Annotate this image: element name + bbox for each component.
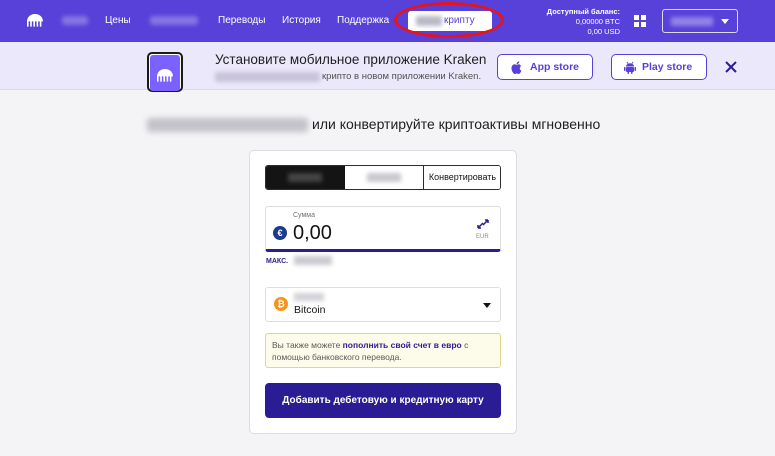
- redacted-text: [215, 72, 320, 82]
- redacted-heading: [147, 118, 308, 132]
- chevron-down-icon: [721, 19, 729, 24]
- app-store-label: App store: [530, 61, 580, 73]
- tab-sell[interactable]: [345, 166, 424, 189]
- bitcoin-icon: ₿: [274, 297, 288, 311]
- asset-name: Bitcoin: [294, 304, 326, 316]
- balance-btc: 0,00000 BTC: [575, 17, 620, 26]
- play-store-label: Play store: [642, 61, 693, 73]
- balance-usd: 0,00 USD: [587, 27, 620, 36]
- deposit-notice: Вы также можете пополнить свой счет в ев…: [265, 333, 501, 368]
- redacted-tab-label: [288, 173, 322, 182]
- amount-label: Сумма: [293, 212, 315, 219]
- currency-code: EUR: [476, 234, 489, 240]
- apps-grid-icon[interactable]: [634, 15, 646, 27]
- close-icon[interactable]: [724, 60, 738, 74]
- redacted-account-name: [671, 17, 713, 26]
- amount-input[interactable]: Сумма € 0,00 EUR: [265, 206, 501, 252]
- redacted-asset-ticker: [294, 293, 324, 301]
- add-card-button[interactable]: Добавить дебетовую и кредитную карту: [265, 383, 501, 418]
- play-store-button[interactable]: Play store: [611, 54, 707, 80]
- nav-link-support[interactable]: Поддержка: [337, 15, 389, 26]
- tab-buy[interactable]: [266, 166, 345, 189]
- balance-title: Доступный баланс:: [546, 7, 620, 16]
- nav-link-history[interactable]: История: [282, 15, 321, 26]
- app-store-button[interactable]: App store: [497, 54, 593, 80]
- available-balance: Доступный баланс: 0,00000 BTC 0,00 USD: [547, 7, 620, 37]
- euro-icon: €: [273, 226, 287, 240]
- account-menu-button[interactable]: [662, 9, 738, 33]
- amount-value[interactable]: 0,00: [293, 222, 332, 245]
- redacted-max-amount: [294, 256, 332, 265]
- app-promo-banner: Установите мобильное приложение Kraken к…: [0, 42, 775, 92]
- top-navigation: Цены Переводы История Поддержка крипту Д…: [0, 0, 775, 42]
- apple-icon: [511, 61, 522, 74]
- redacted-nav-link[interactable]: [62, 16, 88, 25]
- max-label[interactable]: МАКС.: [266, 258, 288, 265]
- notice-prefix: Вы также можете: [272, 340, 343, 350]
- nav-link-prices[interactable]: Цены: [105, 15, 131, 26]
- kraken-logo-small: [157, 69, 173, 82]
- tab-convert[interactable]: Конвертировать: [423, 166, 500, 189]
- banner-title: Установите мобильное приложение Kraken: [215, 52, 487, 67]
- swap-arrows-icon[interactable]: [476, 218, 490, 230]
- asset-select[interactable]: ₿ Bitcoin: [265, 287, 501, 322]
- trade-tabs: Конвертировать: [265, 165, 501, 190]
- deposit-eur-link[interactable]: пополнить свой счет в евро: [343, 340, 462, 350]
- page-heading: или конвертируйте криптоактивы мгновенно: [312, 116, 601, 132]
- redacted-nav-link[interactable]: [150, 16, 198, 25]
- redacted-tab-label: [367, 173, 401, 182]
- banner-subtitle: крипто в новом приложении Kraken.: [322, 71, 482, 82]
- kraken-logo[interactable]: [26, 13, 44, 28]
- highlight-ellipse: [394, 2, 504, 38]
- android-icon: [624, 61, 636, 74]
- chevron-down-icon: [483, 303, 491, 308]
- nav-link-transfers[interactable]: Переводы: [218, 15, 265, 26]
